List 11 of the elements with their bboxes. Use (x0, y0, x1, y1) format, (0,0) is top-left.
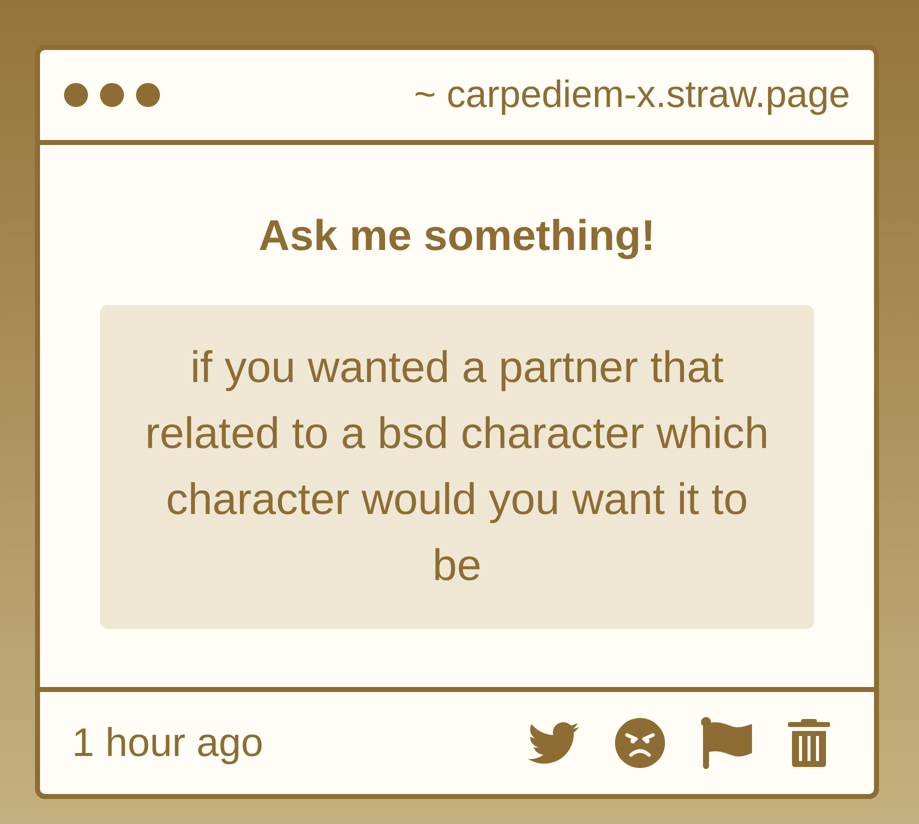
timestamp: 1 hour ago (72, 720, 264, 766)
site-url: ~ carpediem-x.straw.page (414, 73, 850, 117)
angry-face-icon[interactable] (615, 718, 665, 768)
dot-icon (100, 83, 124, 107)
dot-icon (64, 83, 88, 107)
prompt-title: Ask me something! (258, 211, 656, 261)
flag-icon[interactable] (701, 717, 752, 769)
dot-icon (136, 83, 160, 107)
trash-icon[interactable] (788, 719, 830, 767)
bird-icon[interactable] (528, 722, 579, 764)
question-text: if you wanted a partner that related to a bsd character which character would you want it to be (144, 342, 770, 592)
